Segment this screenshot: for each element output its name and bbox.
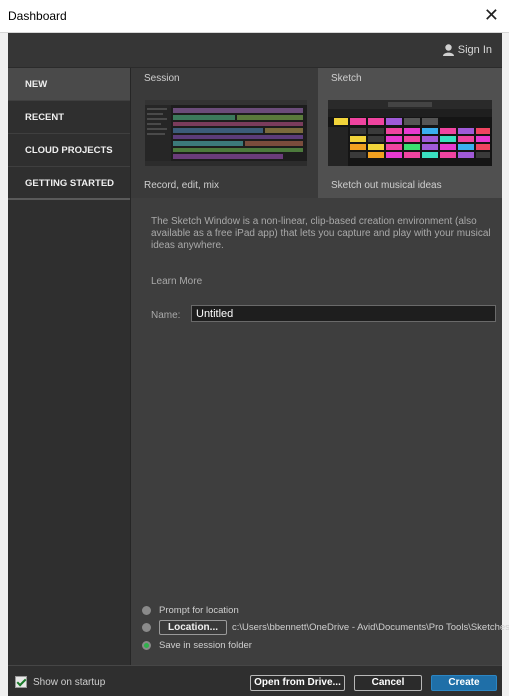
- location-button[interactable]: Location...: [159, 619, 227, 635]
- top-bar: Sign In: [8, 33, 502, 68]
- user-icon: [442, 44, 454, 56]
- close-icon[interactable]: ✕: [484, 5, 499, 25]
- sketch-card[interactable]: Sketch Sketch out musical ideas: [318, 68, 502, 198]
- save-in-session-label: Save in session folder: [159, 639, 252, 651]
- prompt-location-radio[interactable]: [142, 605, 151, 615]
- show-on-startup-option[interactable]: Show on startup: [15, 676, 105, 688]
- bottom-bar: Show on startup Open from Drive... Cance…: [8, 665, 502, 696]
- sketch-description: The Sketch Window is a non-linear, clip-…: [151, 216, 491, 251]
- name-label: Name:: [151, 310, 181, 321]
- show-on-startup-checkbox[interactable]: [15, 676, 27, 688]
- session-card[interactable]: Session Record, edit, mix: [131, 68, 318, 198]
- location-path: c:\Users\bbennett\OneDrive - Avid\Docume…: [232, 621, 509, 633]
- dashboard-frame: Sign In NEW RECENT CLOUD PROJECTS GETTIN…: [8, 33, 509, 696]
- sidebar-item-cloud-projects[interactable]: CLOUD PROJECTS: [8, 134, 130, 167]
- main-panel: Session Record, edit, mix Sketch Sketch …: [131, 68, 509, 665]
- sign-in-button[interactable]: Sign In: [442, 44, 492, 56]
- window-title: Dashboard: [8, 9, 67, 23]
- create-button[interactable]: Create: [431, 675, 497, 691]
- prompt-location-label: Prompt for location: [159, 604, 239, 616]
- cancel-button[interactable]: Cancel: [354, 675, 422, 691]
- session-thumbnail: [145, 100, 307, 166]
- session-card-caption: Record, edit, mix: [144, 180, 220, 191]
- name-input[interactable]: [191, 305, 496, 322]
- window-titlebar: Dashboard ✕: [0, 0, 509, 33]
- sketch-thumbnail: [328, 100, 492, 166]
- sketch-card-title: Sketch: [331, 73, 362, 84]
- show-on-startup-label: Show on startup: [33, 676, 106, 688]
- learn-more-link[interactable]: Learn More: [151, 276, 202, 287]
- session-card-title: Session: [144, 73, 180, 84]
- save-in-session-option[interactable]: Save in session folder: [142, 638, 252, 652]
- location-radio[interactable]: [142, 622, 151, 632]
- prompt-location-option[interactable]: Prompt for location: [142, 603, 239, 617]
- sidebar-item-new[interactable]: NEW: [8, 68, 130, 101]
- open-from-drive-button[interactable]: Open from Drive...: [250, 675, 345, 691]
- save-in-session-radio[interactable]: [142, 640, 151, 650]
- sketch-card-caption: Sketch out musical ideas: [331, 180, 442, 191]
- sign-in-label: Sign In: [457, 44, 492, 56]
- sidebar: NEW RECENT CLOUD PROJECTS GETTING STARTE…: [8, 68, 131, 665]
- sidebar-item-getting-started[interactable]: GETTING STARTED: [8, 167, 130, 200]
- sidebar-item-recent[interactable]: RECENT: [8, 101, 130, 134]
- location-option[interactable]: Location... c:\Users\bbennett\OneDrive -…: [142, 619, 509, 635]
